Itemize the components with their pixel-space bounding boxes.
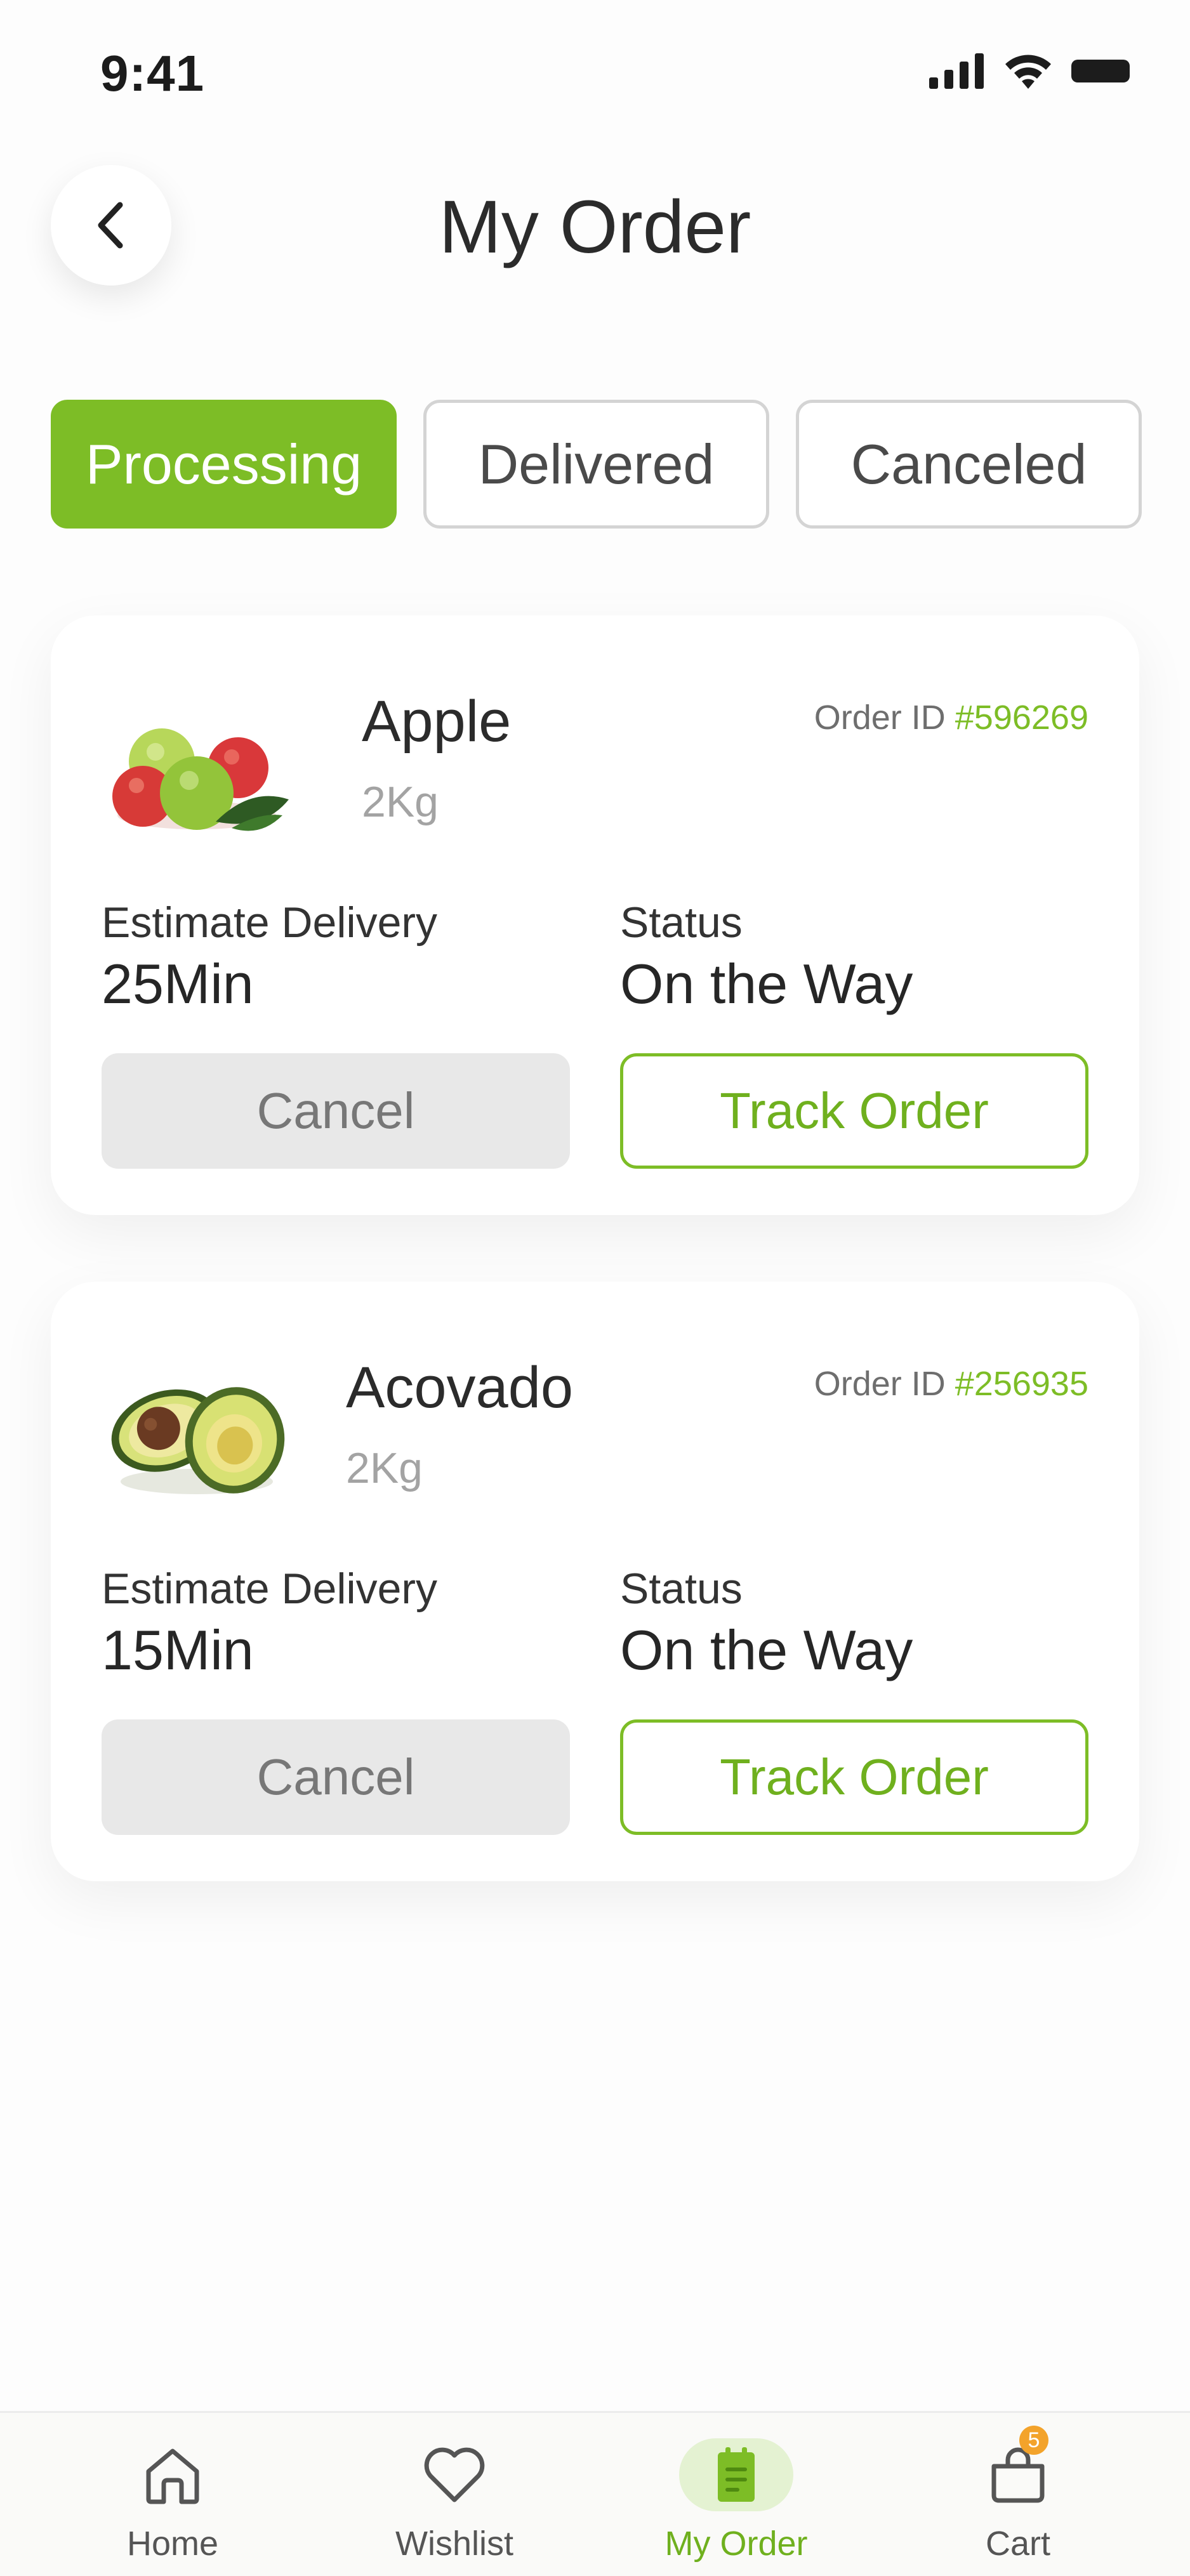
order-id-label: Order ID: [814, 699, 946, 737]
order-list-icon: [718, 2447, 755, 2502]
cart-bag-icon: [991, 2447, 1045, 2502]
nav-item-wishlist[interactable]: Wishlist: [372, 2413, 537, 2576]
nav-item-home[interactable]: Home: [90, 2413, 255, 2576]
status-value: On the Way: [620, 1619, 913, 1681]
track-order-button[interactable]: Track Order: [620, 1719, 1088, 1835]
tab-canceled[interactable]: Canceled: [796, 400, 1142, 529]
wifi-icon: [1005, 55, 1051, 89]
status-label: Status: [620, 1565, 743, 1613]
nav-item-my-order[interactable]: My Order: [654, 2413, 819, 2576]
nav-label-my-order: My Order: [664, 2525, 808, 2563]
home-icon: [146, 2448, 199, 2504]
order-id: Order ID #256935: [814, 1364, 1088, 1403]
estimate-delivery-value: 15Min: [102, 1619, 254, 1681]
order-card: Apple 2Kg Order ID #596269 Estimate Deli…: [51, 615, 1139, 1215]
cellular-signal-icon: [929, 53, 984, 89]
product-weight: 2Kg: [362, 778, 439, 826]
product-name: Acovado: [346, 1355, 574, 1420]
status-value: On the Way: [620, 952, 913, 1015]
product-name: Apple: [362, 689, 512, 754]
product-weight: 2Kg: [346, 1444, 423, 1492]
apple-product-image: [112, 728, 289, 831]
estimate-delivery-value: 25Min: [102, 952, 254, 1015]
tab-processing[interactable]: Processing: [51, 400, 397, 529]
cancel-button[interactable]: Cancel: [102, 1053, 570, 1169]
estimate-delivery-label: Estimate Delivery: [102, 898, 438, 947]
track-order-button[interactable]: Track Order: [620, 1053, 1088, 1169]
order-id: Order ID #596269: [814, 698, 1088, 737]
status-icons: [929, 52, 1130, 90]
nav-item-cart[interactable]: 5 Cart: [935, 2413, 1101, 2576]
cancel-button[interactable]: Cancel: [102, 1719, 570, 1835]
battery-icon: [1071, 60, 1130, 82]
status-bar: 9:41: [0, 0, 1190, 140]
tab-delivered[interactable]: Delivered: [423, 400, 769, 529]
status-time: 9:41: [100, 45, 205, 102]
estimate-delivery-label: Estimate Delivery: [102, 1565, 438, 1613]
nav-label-wishlist: Wishlist: [395, 2525, 513, 2563]
nav-label-cart: Cart: [985, 2525, 1050, 2563]
status-label: Status: [620, 898, 743, 947]
order-status-tabs: Processing Delivered Canceled: [51, 400, 1142, 529]
avocado-product-image: [111, 1387, 285, 1494]
bottom-navigation: Home Wishlist My Order 5 Cart: [0, 2411, 1190, 2576]
cart-badge: 5: [1019, 2426, 1048, 2455]
order-card: Acovado 2Kg Order ID #256935 Estimate De…: [51, 1282, 1139, 1881]
page-title: My Order: [439, 185, 751, 269]
order-id-value: #256935: [955, 1365, 1088, 1403]
heart-icon: [424, 2447, 485, 2502]
order-id-value: #596269: [955, 699, 1088, 737]
order-id-label: Order ID: [814, 1365, 946, 1403]
nav-label-home: Home: [126, 2525, 219, 2563]
